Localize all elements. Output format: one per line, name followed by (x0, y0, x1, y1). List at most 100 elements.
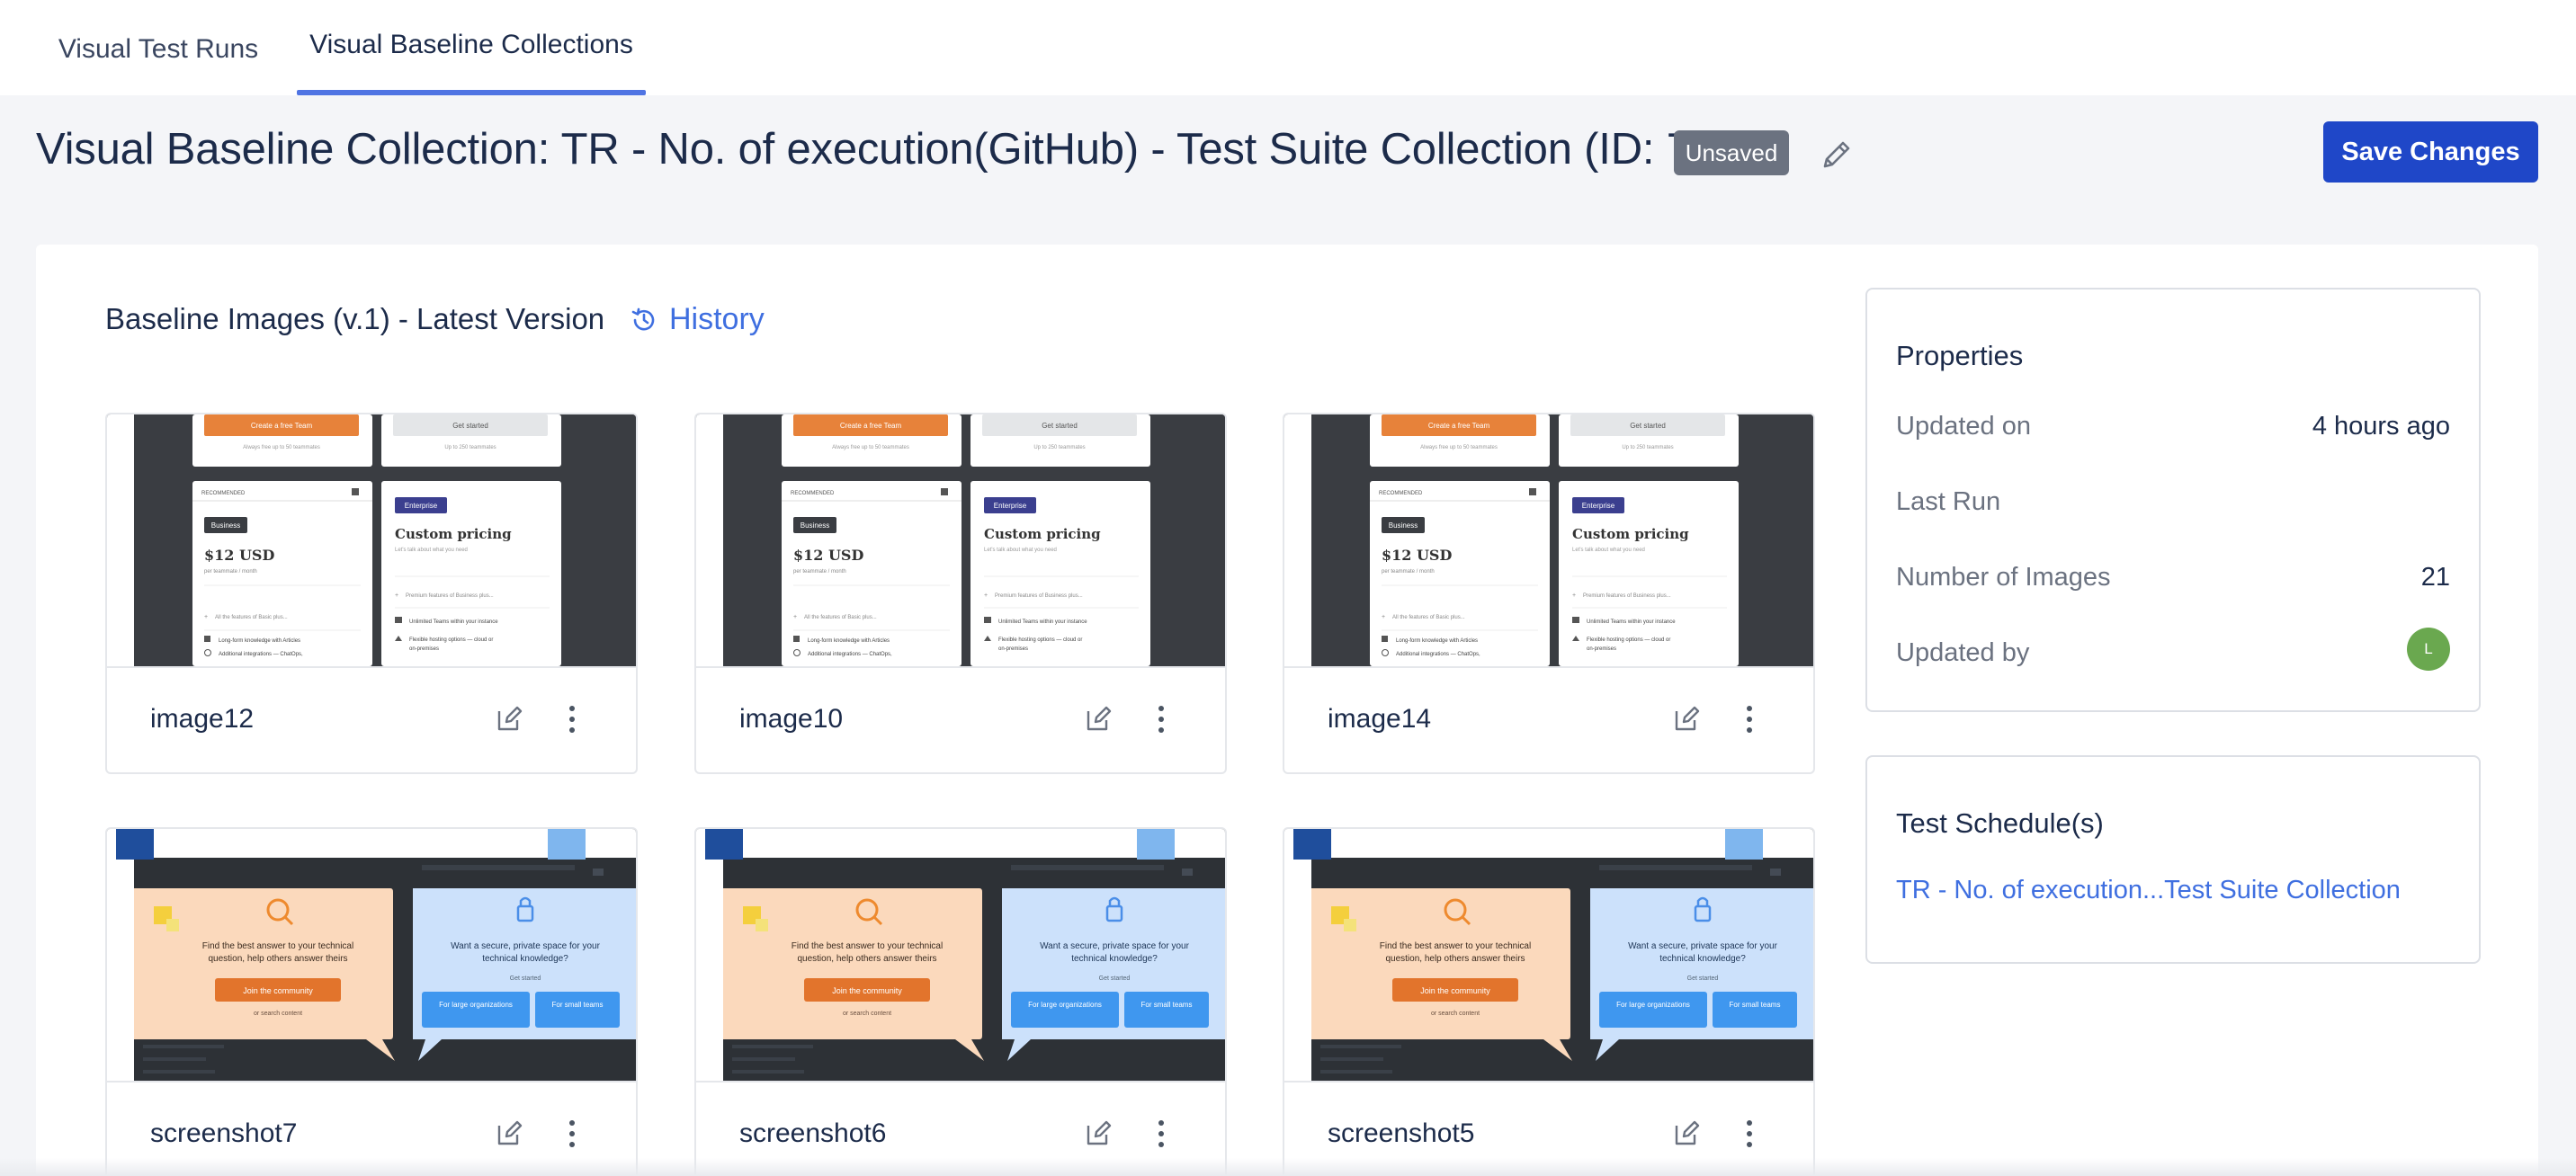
history-link[interactable]: History (630, 302, 765, 337)
thumb-enterprise: Enterprise (994, 502, 1027, 510)
thumb-e1: Premium features of Business plus... (1583, 593, 1671, 599)
thumb-recommended: RECOMMENDED (791, 491, 835, 496)
thumb-or-search: or search content (1431, 1011, 1480, 1017)
thumb-free-up: Always free up to 50 teammates (832, 445, 909, 450)
thumb-b1: All the features of Basic plus... (804, 615, 877, 620)
baseline-image-card[interactable]: Create a free Team Always free up to 50 … (1283, 413, 1815, 774)
svg-text:+: + (395, 592, 398, 599)
thumb-or-search: or search content (254, 1011, 302, 1017)
more-options-icon[interactable] (1736, 1117, 1763, 1151)
thumb-join: Join the community (1420, 986, 1490, 995)
thumb-c-right-get: Get started (510, 976, 541, 982)
thumb-e3: Flexible hosting options — cloud or (998, 637, 1082, 643)
thumb-c-left-1: Find the best answer to your technical (792, 941, 943, 951)
thumb-e1: Premium features of Business plus... (995, 593, 1083, 599)
thumb-c-left-2: question, help others answer theirs (1385, 954, 1525, 964)
history-icon (631, 307, 655, 330)
baseline-image-card[interactable]: Find the best answer to your technical q… (1283, 827, 1815, 1176)
thumb-price: $12 USD (793, 547, 863, 564)
thumb-b3: Additional integrations — ChatOps, (808, 652, 892, 657)
more-options-icon[interactable] (1736, 702, 1763, 736)
last-run-label: Last Run (1896, 487, 2001, 516)
thumb-c-left-2: question, help others answer theirs (797, 954, 936, 964)
edit-pencil-icon[interactable] (494, 1118, 524, 1149)
thumb-e4: on-premises (409, 646, 439, 652)
thumb-enterprise: Enterprise (1582, 502, 1615, 510)
more-options-icon[interactable] (1148, 702, 1175, 736)
updated-on-value: 4 hours ago (2312, 412, 2450, 441)
thumb-c-left-2: question, help others answer theirs (208, 954, 347, 964)
tab-visual-test-runs[interactable]: Visual Test Runs (50, 0, 266, 95)
thumb-per: per teammate / month (793, 569, 846, 575)
image-name: image14 (1328, 704, 1432, 734)
baseline-image-card[interactable]: Create a free Team Always free up to 50 … (105, 413, 638, 774)
pricing-thumbnail: Create a free Team Always free up to 50 … (1284, 414, 1813, 666)
image-name: screenshot5 (1328, 1118, 1475, 1148)
more-options-icon[interactable] (559, 702, 586, 736)
community-thumbnail: Find the best answer to your technical q… (1284, 829, 1813, 1081)
thumb-per: per teammate / month (204, 569, 257, 575)
thumb-e1: Premium features of Business plus... (406, 593, 494, 599)
thumb-create-team: Create a free Team (251, 422, 313, 430)
thumb-or-search: or search content (843, 1011, 891, 1017)
updated-on-label: Updated on (1896, 412, 2031, 441)
svg-text:+: + (1572, 592, 1576, 599)
thumb-b3: Additional integrations — ChatOps, (1396, 652, 1480, 657)
edit-pencil-icon[interactable] (1083, 1118, 1114, 1149)
thumb-create-team: Create a free Team (1428, 422, 1490, 430)
thumb-talk: Let's talk about what you need (984, 548, 1057, 553)
thumb-c-right-1: Want a secure, private space for your (1628, 941, 1777, 951)
updated-by-label: Updated by (1896, 638, 2030, 667)
svg-text:+: + (984, 592, 988, 599)
thumb-talk: Let's talk about what you need (395, 548, 468, 553)
edit-title-pencil-icon[interactable] (1819, 137, 1855, 173)
more-options-icon[interactable] (559, 1117, 586, 1151)
thumb-get-started: Get started (452, 422, 488, 430)
properties-panel: Properties Updated on 4 hours ago Last R… (1865, 288, 2481, 712)
image-name: image12 (150, 704, 255, 734)
thumb-enterprise: Enterprise (405, 502, 438, 510)
thumb-small-teams: For small teams (1141, 1001, 1193, 1009)
thumb-talk: Let's talk about what you need (1572, 548, 1645, 553)
thumb-e2: Unlimited Teams within your instance (998, 619, 1087, 625)
thumb-custom: Custom pricing (1572, 526, 1689, 542)
page-title: Visual Baseline Collection: TR - No. of … (36, 125, 1705, 174)
tab-visual-baseline-collections[interactable]: Visual Baseline Collections (297, 0, 646, 95)
thumb-get-started: Get started (1042, 422, 1078, 430)
thumb-b2: Long-form knowledge with Articles (1396, 638, 1478, 644)
edit-pencil-icon[interactable] (494, 704, 524, 735)
avatar[interactable]: L (2407, 628, 2450, 671)
thumb-create-team: Create a free Team (840, 422, 902, 430)
thumb-price: $12 USD (1382, 547, 1452, 564)
test-schedules-panel: Test Schedule(s) TR - No. of execution..… (1865, 755, 2481, 964)
thumb-b1: All the features of Basic plus... (1392, 615, 1465, 620)
thumb-b2: Long-form knowledge with Articles (219, 638, 300, 644)
thumb-small-teams: For small teams (552, 1001, 604, 1009)
scroll-fade (0, 1158, 2576, 1176)
baseline-image-card[interactable]: Create a free Team Always free up to 50 … (694, 413, 1227, 774)
thumb-free-up: Always free up to 50 teammates (1420, 445, 1498, 450)
thumb-c-right-2: technical knowledge? (1659, 954, 1746, 964)
edit-pencil-icon[interactable] (1671, 704, 1702, 735)
pricing-thumbnail: Create a free Team Always free up to 50 … (696, 414, 1225, 666)
edit-pencil-icon[interactable] (1083, 704, 1114, 735)
thumb-business: Business (211, 521, 240, 530)
thumb-c-right-2: technical knowledge? (482, 954, 568, 964)
test-schedule-link[interactable]: TR - No. of execution...Test Suite Colle… (1896, 876, 2401, 905)
thumb-up-to: Up to 250 teammates (1622, 445, 1673, 450)
more-options-icon[interactable] (1148, 1117, 1175, 1151)
baseline-section-title: Baseline Images (v.1) - Latest Version (105, 302, 605, 335)
properties-title: Properties (1896, 340, 2024, 371)
thumb-recommended: RECOMMENDED (201, 491, 246, 496)
edit-pencil-icon[interactable] (1671, 1118, 1702, 1149)
thumb-c-left-1: Find the best answer to your technical (202, 941, 353, 951)
svg-text:+: + (204, 614, 208, 620)
baseline-image-card[interactable]: Find the best answer to your technical q… (105, 827, 638, 1176)
baseline-image-card[interactable]: Find the best answer to your technical q… (694, 827, 1227, 1176)
thumb-b2: Long-form knowledge with Articles (808, 638, 890, 644)
image-name: screenshot7 (150, 1118, 298, 1148)
save-changes-button[interactable]: Save Changes (2323, 121, 2538, 183)
card-footer: image10 (696, 666, 1225, 772)
card-footer: image12 (107, 666, 636, 772)
thumb-recommended: RECOMMENDED (1379, 491, 1423, 496)
